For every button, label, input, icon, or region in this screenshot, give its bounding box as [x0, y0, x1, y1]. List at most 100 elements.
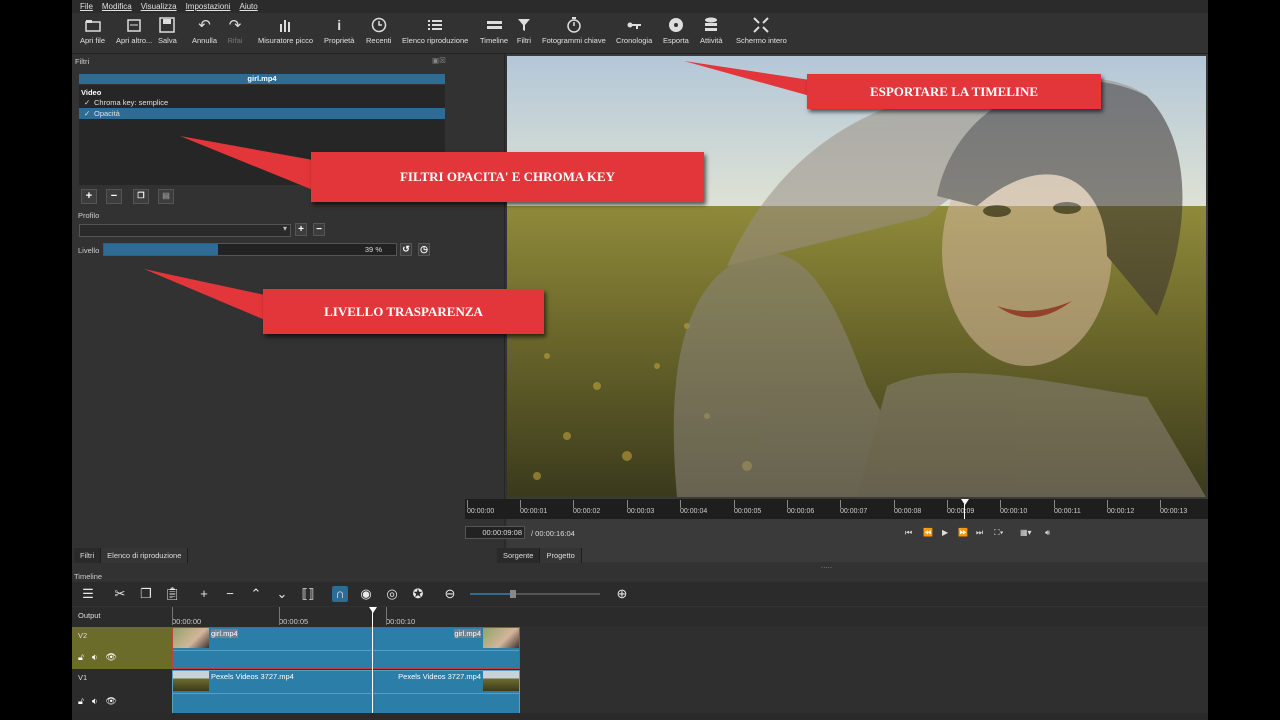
fast-forward-icon[interactable]: ⏩ [958, 528, 968, 537]
ruler-tick: 00:00:04 [680, 500, 708, 515]
player-ruler[interactable]: 00:00:00 00:00:01 00:00:02 00:00:03 00:0… [465, 499, 1208, 519]
open-file-button[interactable]: Apri file [80, 16, 105, 45]
timeline-scrollbar[interactable] [72, 713, 1208, 720]
skip-end-icon[interactable]: ⏭ [976, 528, 983, 538]
visibility-eye-icon[interactable]: 👁︎ [106, 652, 117, 663]
left-panel-tabs: Filtri Elenco di riproduzione [74, 548, 189, 563]
clip-pexels[interactable]: Pexels Videos 3727.mp4 Pexels Videos 372… [172, 670, 520, 714]
filter-item-chroma-key[interactable]: ✓ Chroma key: semplice [79, 97, 445, 108]
checkbox-icon[interactable]: ✓ [84, 97, 94, 108]
ruler-tick: 00:00:11 [1054, 500, 1081, 515]
player-playhead-line [964, 504, 965, 519]
ruler-tick: 00:00:13 [1160, 500, 1188, 515]
zoom-out-icon[interactable]: ⊖ [442, 586, 458, 602]
open-other-button[interactable]: Apri altro... [116, 16, 152, 45]
keyframe-level-button[interactable]: ◷ [418, 243, 430, 256]
peak-meter-icon [278, 16, 294, 34]
menu-file[interactable]: File [80, 2, 93, 11]
keyframes-button[interactable]: Fotogrammi chiave [542, 16, 606, 45]
lock-icon[interactable]: 🔓︎ [78, 652, 84, 663]
copy-filter-button[interactable]: ❐ [133, 189, 149, 204]
timeline-menu-icon[interactable]: ☰ [80, 586, 96, 602]
filters-panel-title: Filtri [75, 57, 90, 66]
mute-icon[interactable]: 🔉︎ [92, 696, 98, 707]
timeline-playhead[interactable] [369, 607, 377, 613]
remove-preset-button[interactable]: − [313, 223, 325, 236]
remove-icon[interactable]: − [222, 586, 238, 602]
visibility-eye-icon[interactable]: 👁︎ [106, 696, 117, 707]
level-slider[interactable]: 39 % [103, 243, 397, 256]
jobs-button[interactable]: Attività [700, 16, 723, 45]
track-header-v2[interactable]: V2 🔓︎ 🔉︎ 👁︎ [72, 627, 172, 670]
timeline-toolbar: ☰ ✂ ❐ 📋︎ + − ⌃ ⌄ ⟦⟧ ∩ ◉ ◎ ✪ ⊖ ⊕ [72, 582, 1208, 606]
tab-filters[interactable]: Filtri [74, 548, 102, 563]
save-icon [159, 16, 176, 34]
menu-view[interactable]: Visualizza [141, 2, 177, 11]
undo-button[interactable]: ↶ Annulla [192, 16, 217, 45]
clip-thumbnail-end [483, 628, 519, 648]
clip-label: Pexels Videos 3727.mp4 [398, 672, 481, 681]
player-playhead[interactable] [961, 499, 969, 505]
timeline-ruler[interactable]: 00:00:00 00:00:05 00:00:10 [172, 607, 1208, 627]
split-icon[interactable]: ⟦⟧ [300, 586, 316, 602]
fullscreen-button[interactable]: Schermo intero [736, 16, 787, 45]
mute-icon[interactable]: 🔉︎ [92, 652, 98, 663]
current-timecode[interactable]: 00:00:09:08 [465, 526, 525, 539]
peak-meter-button[interactable]: Misuratore picco [258, 16, 313, 45]
reset-level-button[interactable]: ↺ [400, 243, 412, 256]
zoom-slider[interactable] [470, 590, 600, 598]
menu-edit[interactable]: Modifica [102, 2, 132, 11]
timeline-button[interactable]: Timeline [480, 16, 508, 45]
profile-select[interactable] [79, 224, 291, 237]
paste-filter-button[interactable]: ▤ [158, 189, 174, 204]
play-icon[interactable]: ▶ [942, 528, 948, 537]
save-button[interactable]: Salva [158, 16, 177, 45]
ripple-icon[interactable]: ◎ [384, 586, 400, 602]
append-icon[interactable]: + [196, 586, 212, 602]
scrub-eye-icon[interactable]: ◉ [358, 586, 374, 602]
add-filter-button[interactable]: + [81, 189, 97, 204]
zoom-icon[interactable]: ⛶▾ [994, 528, 1004, 538]
info-icon: i [337, 17, 342, 33]
skip-start-icon[interactable]: ⏮ [905, 528, 912, 538]
panel-float-close-icons[interactable]: ▣☒ [432, 56, 446, 65]
lift-icon[interactable]: ⌃ [248, 586, 264, 602]
overwrite-icon[interactable]: ⌄ [274, 586, 290, 602]
redo-button[interactable]: ↷ Rifai [227, 16, 243, 45]
filter-clip-name: girl.mp4 [79, 74, 445, 84]
tab-project[interactable]: Progetto [540, 548, 582, 563]
grid-icon[interactable]: ▦▾ [1020, 528, 1032, 537]
track-header-v1[interactable]: V1 🔓︎ 🔉︎ 👁︎ [72, 669, 172, 714]
ripple-all-icon[interactable]: ✪ [410, 586, 426, 602]
playlist-button[interactable]: Elenco riproduzione [402, 16, 468, 45]
ruler-tick: 00:00:07 [840, 500, 868, 515]
menu-settings[interactable]: Impostazioni [186, 2, 231, 11]
recent-button[interactable]: Recenti [366, 16, 391, 45]
add-preset-button[interactable]: + [295, 223, 307, 236]
ruler-tick: 00:00:08 [894, 500, 922, 515]
paste-icon[interactable]: 📋︎ [164, 586, 181, 602]
profile-label: Profilo [78, 211, 100, 220]
snap-magnet-icon[interactable]: ∩ [332, 586, 348, 602]
history-button[interactable]: Cronologia [616, 16, 652, 45]
remove-filter-button[interactable]: − [106, 189, 122, 204]
filter-item-opacity[interactable]: ✓ Opacità [79, 108, 445, 119]
properties-button[interactable]: i Proprietà [324, 16, 354, 45]
ruler-tick: 00:00:12 [1107, 500, 1135, 515]
cut-icon[interactable]: ✂ [112, 586, 128, 602]
clip-girl[interactable]: girl.mp4 girl.mp4 [172, 627, 520, 669]
tab-source[interactable]: Sorgente [497, 548, 541, 563]
rewind-icon[interactable]: ⏪ [923, 528, 933, 537]
player-panel: 00:00:00 00:00:01 00:00:02 00:00:03 00:0… [465, 54, 1208, 570]
volume-icon[interactable]: 🔊︎ [1045, 528, 1050, 538]
tab-playlist[interactable]: Elenco di riproduzione [101, 548, 189, 563]
splitter-handle[interactable]: ..... [821, 561, 832, 570]
export-button[interactable]: Esporta [663, 16, 689, 45]
zoom-in-icon[interactable]: ⊕ [614, 586, 630, 602]
ruler-tick: 00:00:01 [520, 500, 548, 515]
filters-button[interactable]: Filtri [516, 16, 532, 45]
checkbox-icon[interactable]: ✓ [84, 108, 94, 119]
copy-icon[interactable]: ❐ [138, 586, 154, 602]
menu-help[interactable]: Aiuto [239, 2, 257, 11]
lock-icon[interactable]: 🔓︎ [78, 696, 84, 707]
